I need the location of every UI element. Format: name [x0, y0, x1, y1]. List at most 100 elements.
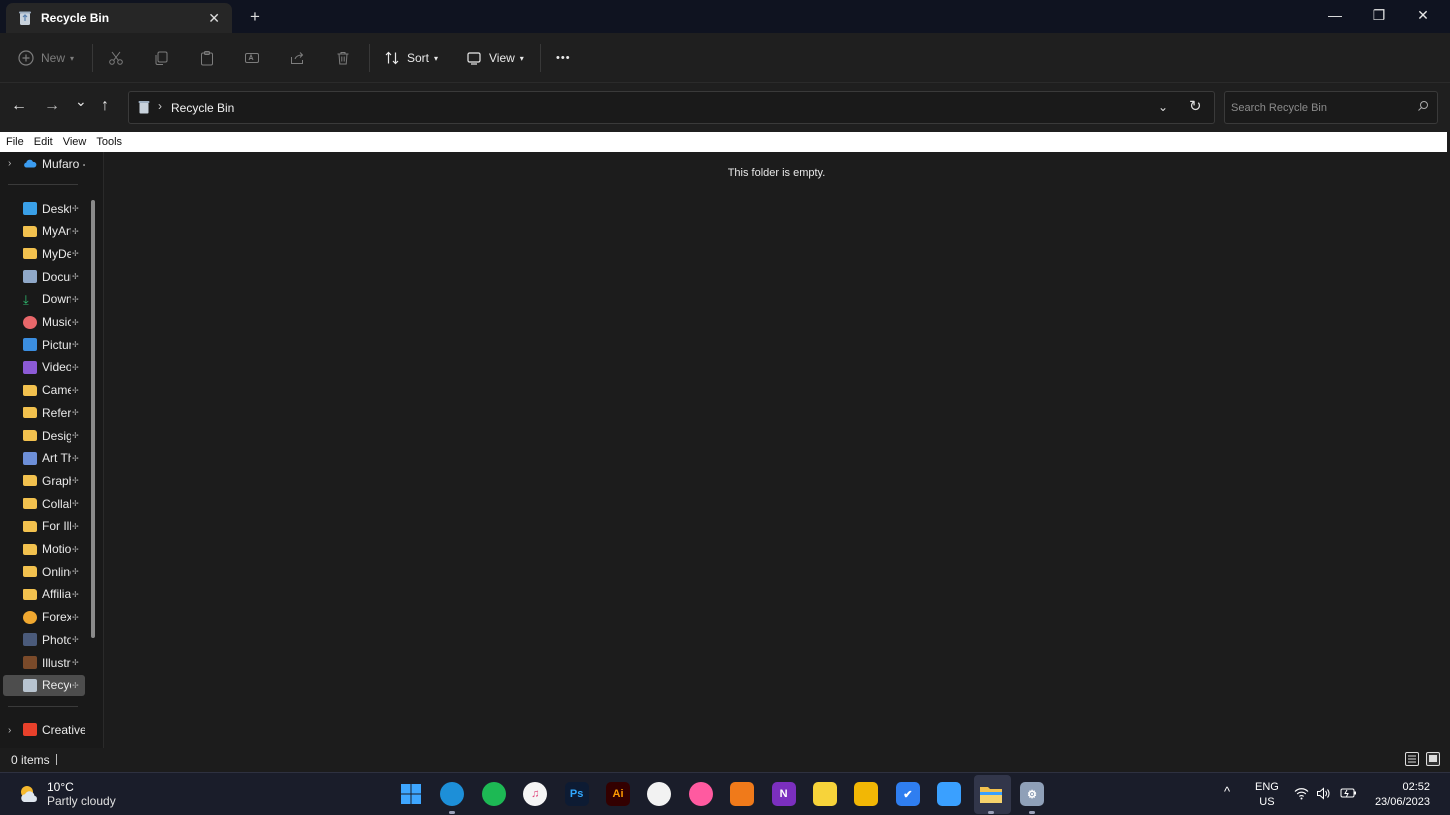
taskbar-start-icon[interactable]: [399, 782, 423, 806]
documents-icon: [23, 270, 37, 284]
sidebar-item[interactable]: Collabs✢: [3, 493, 85, 514]
sidebar-item[interactable]: ⤓ Downloads✢: [3, 289, 85, 310]
wifi-icon[interactable]: [1294, 787, 1309, 800]
more-options-button[interactable]: •••: [556, 33, 571, 83]
sidebar-item[interactable]: MyDesigns✢: [3, 243, 85, 264]
status-divider: [56, 754, 57, 765]
sidebar-scrollbar[interactable]: [91, 200, 95, 638]
pin-icon: ✢: [72, 317, 79, 327]
taskbar-clip-studio-icon[interactable]: [647, 782, 672, 806]
taskbar-file-explorer-icon[interactable]: [979, 782, 1003, 806]
menu-tools[interactable]: Tools: [96, 136, 122, 148]
sidebar-item-label: Mufaro -: [42, 156, 85, 171]
sidebar-item[interactable]: Graphics✢: [3, 470, 85, 491]
up-button[interactable]: ↑: [101, 97, 109, 115]
divider: [8, 184, 78, 185]
sidebar-item-label: Online: [42, 564, 71, 579]
delete-button[interactable]: [335, 33, 351, 83]
forward-button[interactable]: →: [44, 97, 60, 115]
taskbar-illustrator-icon[interactable]: Ai: [606, 782, 630, 806]
restore-button[interactable]: ❐: [1356, 4, 1402, 26]
sidebar-item-label: Documents: [42, 269, 71, 284]
paste-button[interactable]: [199, 33, 215, 83]
taskbar-spotify-icon[interactable]: [481, 782, 506, 806]
menu-file[interactable]: File: [6, 136, 24, 148]
sidebar-item[interactable]: Desktop✢: [3, 198, 85, 219]
recycle-bin-icon: [19, 11, 31, 25]
taskbar-blender-icon[interactable]: [730, 782, 755, 806]
sidebar-item[interactable]: Music ✢: [3, 312, 85, 333]
sidebar-item[interactable]: Art Things✢: [3, 448, 85, 469]
sidebar-item[interactable]: Motion✢: [3, 539, 85, 560]
sidebar-item[interactable]: Illustrator✢: [3, 652, 85, 673]
cut-button[interactable]: [108, 33, 124, 83]
weather-widget[interactable]: 10°C Partly cloudy: [18, 780, 116, 808]
address-bar[interactable]: › Recycle Bin ⌄ ↻: [128, 91, 1215, 124]
item-count: 0 items: [11, 753, 50, 767]
sidebar-item[interactable]: For Illustration✢: [3, 516, 85, 537]
weather-temperature: 10°C: [47, 780, 74, 794]
taskbar-itunes-icon[interactable]: ♫: [523, 782, 548, 806]
minimize-button[interactable]: —: [1312, 4, 1358, 26]
view-button[interactable]: View ▾: [466, 33, 524, 83]
taskbar-settings-icon[interactable]: ⚙: [1020, 782, 1044, 806]
file-list-area[interactable]: This folder is empty.: [105, 152, 1450, 748]
large-icons-view-icon[interactable]: [1426, 752, 1440, 766]
tiles-icon: [1429, 755, 1437, 762]
taskbar-sticky-notes-icon[interactable]: [813, 782, 837, 806]
search-input[interactable]: [1231, 99, 1411, 117]
battery-icon[interactable]: [1340, 787, 1357, 799]
show-hidden-icons-button[interactable]: ^: [1224, 784, 1230, 799]
language-code: ENG: [1255, 781, 1279, 793]
region-code: US: [1259, 796, 1275, 808]
taskbar-photoshop-icon[interactable]: Ps: [564, 782, 589, 806]
sidebar-item[interactable]: References✢: [3, 402, 85, 423]
breadcrumb-recycle-bin[interactable]: Recycle Bin: [171, 101, 234, 115]
close-window-button[interactable]: ✕: [1400, 4, 1446, 26]
language-indicator[interactable]: ENG US: [1255, 780, 1279, 810]
sidebar-item[interactable]: Pictures✢: [3, 334, 85, 355]
taskbar-calendar-icon[interactable]: [937, 782, 962, 806]
pin-icon: ✢: [72, 589, 79, 599]
address-dropdown-icon[interactable]: ⌄: [1158, 100, 1168, 114]
details-view-icon[interactable]: [1405, 752, 1419, 766]
pin-icon: ✢: [72, 340, 79, 350]
rename-button[interactable]: [244, 33, 260, 83]
downloads-icon: ⤓: [23, 291, 29, 307]
refresh-icon[interactable]: ↻: [1189, 97, 1202, 115]
volume-icon[interactable]: [1316, 787, 1331, 800]
sidebar-item[interactable]: Forex ✢: [3, 607, 85, 628]
sidebar-item-onedrive[interactable]: Mufaro -: [3, 153, 85, 174]
back-button[interactable]: ←: [11, 97, 27, 115]
system-clock[interactable]: 02:52 23/06/2023: [1370, 780, 1430, 810]
search-box[interactable]: [1224, 91, 1438, 124]
copy-button[interactable]: [153, 33, 169, 83]
sidebar-item[interactable]: Documents✢: [3, 266, 85, 287]
sidebar-item-label: Affiliates: [42, 587, 71, 602]
close-tab-icon[interactable]: ✕: [208, 10, 220, 27]
menu-edit[interactable]: Edit: [34, 136, 53, 148]
taskbar-onenote-icon[interactable]: N: [771, 782, 796, 806]
sidebar-item[interactable]: Online✢: [3, 561, 85, 582]
sidebar-item-label: MyDesigns: [42, 246, 71, 261]
taskbar-edge-icon[interactable]: [440, 782, 465, 806]
taskbar-store-icon[interactable]: [854, 782, 879, 806]
recent-locations-button[interactable]: ⌄: [75, 93, 87, 110]
sidebar-item-creative[interactable]: Creative: [3, 719, 85, 740]
menu-view[interactable]: View: [63, 136, 87, 148]
sidebar-item[interactable]: Camera✢: [3, 380, 85, 401]
sidebar-item[interactable]: Design✢: [3, 425, 85, 446]
share-button[interactable]: [289, 33, 305, 83]
taskbar-color-app-icon[interactable]: [688, 782, 713, 806]
tab-recycle-bin[interactable]: Recycle Bin ✕: [6, 3, 232, 33]
sidebar-item[interactable]: Affiliates✢: [3, 584, 85, 605]
new-button[interactable]: New ▾: [18, 33, 74, 83]
sidebar-item[interactable]: Recycle Bin✢: [3, 674, 85, 696]
new-tab-button[interactable]: +: [250, 7, 260, 27]
sidebar-item[interactable]: MyArt ✢: [3, 221, 85, 242]
sidebar-item[interactable]: Photoshop✢: [3, 629, 85, 650]
folder-icon: [23, 248, 37, 260]
taskbar-todo-icon[interactable]: ✔: [895, 782, 920, 806]
sidebar-item[interactable]: Videos✢: [3, 357, 85, 378]
sort-button[interactable]: Sort ▾: [384, 33, 438, 83]
